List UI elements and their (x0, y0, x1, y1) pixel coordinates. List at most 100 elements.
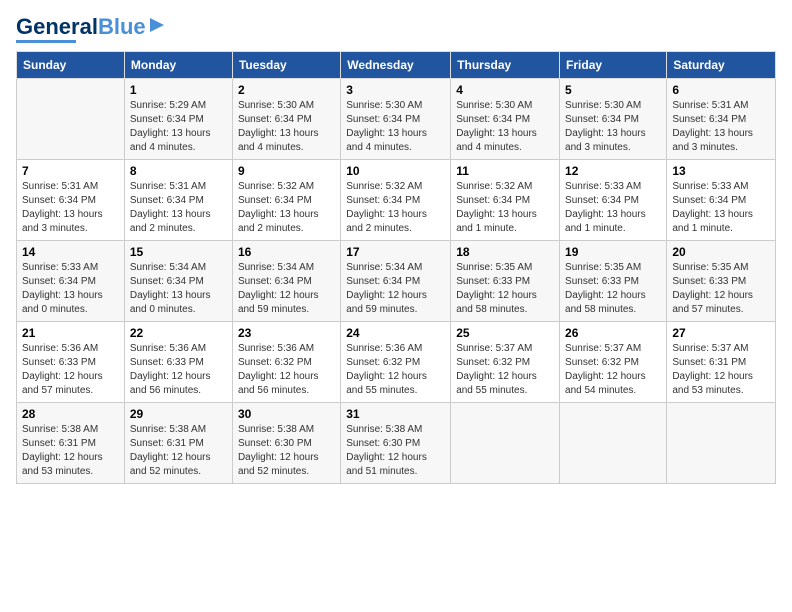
calendar-cell: 24Sunrise: 5:36 AM Sunset: 6:32 PM Dayli… (341, 322, 451, 403)
day-number: 31 (346, 407, 445, 421)
day-header-tuesday: Tuesday (232, 52, 340, 79)
calendar-cell: 26 Sunrise: 5:37 AM Sunset: 6:32 PM Dayli… (560, 322, 667, 403)
day-header-sunday: Sunday (17, 52, 125, 79)
day-info: Sunrise: 5:36 AM Sunset: 6:33 PM Dayligh… (130, 342, 227, 398)
calendar-cell: 28 Sunrise: 5:38 AM Sunset: 6:31 PM Dayli… (17, 403, 125, 484)
day-number: 13 (672, 164, 770, 178)
calendar-cell: 25Sunrise: 5:37 AM Sunset: 6:32 PM Dayli… (451, 322, 560, 403)
day-info: Sunrise: 5:30 AM Sunset: 6:34 PM Dayligh… (456, 99, 554, 155)
day-info: Sunrise: 5:30 AM Sunset: 6:34 PM Dayligh… (565, 99, 661, 155)
day-info: Sunrise: 5:36 AM Sunset: 6:32 PM Dayligh… (238, 342, 335, 398)
calendar-cell: 21 Sunrise: 5:36 AM Sunset: 6:33 PM Dayli… (17, 322, 125, 403)
day-info: Sunrise: 5:31 AM Sunset: 6:34 PM Dayligh… (22, 180, 119, 236)
day-info: Sunrise: 5:32 AM Sunset: 6:34 PM Dayligh… (456, 180, 554, 236)
page-header: GeneralBlue (16, 16, 776, 43)
day-info: Sunrise: 5:31 AM Sunset: 6:34 PM Dayligh… (130, 180, 227, 236)
day-number: 6 (672, 83, 770, 97)
day-info: Sunrise: 5:30 AM Sunset: 6:34 PM Dayligh… (346, 99, 445, 155)
day-header-saturday: Saturday (667, 52, 776, 79)
day-number: 19 (565, 245, 661, 259)
calendar-cell: 3Sunrise: 5:30 AM Sunset: 6:34 PM Daylig… (341, 79, 451, 160)
day-info: Sunrise: 5:38 AM Sunset: 6:31 PM Dayligh… (22, 423, 119, 479)
day-info: Sunrise: 5:38 AM Sunset: 6:31 PM Dayligh… (130, 423, 227, 479)
logo-underline (16, 40, 76, 43)
day-info: Sunrise: 5:29 AM Sunset: 6:34 PM Dayligh… (130, 99, 227, 155)
day-info: Sunrise: 5:31 AM Sunset: 6:34 PM Dayligh… (672, 99, 770, 155)
calendar-cell: 29Sunrise: 5:38 AM Sunset: 6:31 PM Dayli… (124, 403, 232, 484)
calendar-cell: 10 Sunrise: 5:32 AM Sunset: 6:34 PM Dayli… (341, 160, 451, 241)
day-number: 11 (456, 164, 554, 178)
calendar-cell: 13Sunrise: 5:33 AM Sunset: 6:34 PM Dayli… (667, 160, 776, 241)
calendar-cell: 14 Sunrise: 5:33 AM Sunset: 6:34 PM Dayli… (17, 241, 125, 322)
day-number: 20 (672, 245, 770, 259)
day-number: 30 (238, 407, 335, 421)
logo: GeneralBlue (16, 16, 166, 43)
day-number: 18 (456, 245, 554, 259)
day-info: Sunrise: 5:32 AM Sunset: 6:34 PM Dayligh… (238, 180, 335, 236)
calendar-cell: 11 Sunrise: 5:32 AM Sunset: 6:34 PM Dayli… (451, 160, 560, 241)
day-info: Sunrise: 5:33 AM Sunset: 6:34 PM Dayligh… (22, 261, 119, 317)
day-info: Sunrise: 5:35 AM Sunset: 6:33 PM Dayligh… (565, 261, 661, 317)
calendar-table: SundayMondayTuesdayWednesdayThursdayFrid… (16, 51, 776, 484)
day-number: 7 (22, 164, 119, 178)
calendar-cell (560, 403, 667, 484)
calendar-cell: 15 Sunrise: 5:34 AM Sunset: 6:34 PM Dayli… (124, 241, 232, 322)
calendar-cell: 1 Sunrise: 5:29 AM Sunset: 6:34 PM Daylig… (124, 79, 232, 160)
day-info: Sunrise: 5:32 AM Sunset: 6:34 PM Dayligh… (346, 180, 445, 236)
day-info: Sunrise: 5:37 AM Sunset: 6:32 PM Dayligh… (565, 342, 661, 398)
calendar-cell: 8 Sunrise: 5:31 AM Sunset: 6:34 PM Daylig… (124, 160, 232, 241)
day-info: Sunrise: 5:38 AM Sunset: 6:30 PM Dayligh… (238, 423, 335, 479)
week-row-5: 28 Sunrise: 5:38 AM Sunset: 6:31 PM Dayli… (17, 403, 776, 484)
day-number: 1 (130, 83, 227, 97)
day-number: 15 (130, 245, 227, 259)
day-number: 5 (565, 83, 661, 97)
week-row-4: 21 Sunrise: 5:36 AM Sunset: 6:33 PM Dayli… (17, 322, 776, 403)
day-number: 8 (130, 164, 227, 178)
day-header-monday: Monday (124, 52, 232, 79)
calendar-cell: 18 Sunrise: 5:35 AM Sunset: 6:33 PM Dayli… (451, 241, 560, 322)
week-row-3: 14 Sunrise: 5:33 AM Sunset: 6:34 PM Dayli… (17, 241, 776, 322)
day-number: 2 (238, 83, 335, 97)
day-number: 12 (565, 164, 661, 178)
logo-text: GeneralBlue (16, 16, 146, 38)
calendar-cell: 17 Sunrise: 5:34 AM Sunset: 6:34 PM Dayli… (341, 241, 451, 322)
logo-arrow-icon (148, 16, 166, 34)
calendar-cell: 27Sunrise: 5:37 AM Sunset: 6:31 PM Dayli… (667, 322, 776, 403)
day-header-thursday: Thursday (451, 52, 560, 79)
calendar-cell: 23 Sunrise: 5:36 AM Sunset: 6:32 PM Dayli… (232, 322, 340, 403)
calendar-cell: 19 Sunrise: 5:35 AM Sunset: 6:33 PM Dayli… (560, 241, 667, 322)
calendar-cell: 7 Sunrise: 5:31 AM Sunset: 6:34 PM Daylig… (17, 160, 125, 241)
calendar-cell: 31 Sunrise: 5:38 AM Sunset: 6:30 PM Dayli… (341, 403, 451, 484)
day-number: 4 (456, 83, 554, 97)
day-number: 26 (565, 326, 661, 340)
day-info: Sunrise: 5:35 AM Sunset: 6:33 PM Dayligh… (456, 261, 554, 317)
day-info: Sunrise: 5:34 AM Sunset: 6:34 PM Dayligh… (130, 261, 227, 317)
day-info: Sunrise: 5:38 AM Sunset: 6:30 PM Dayligh… (346, 423, 445, 479)
day-info: Sunrise: 5:36 AM Sunset: 6:32 PM Dayligh… (346, 342, 445, 398)
day-info: Sunrise: 5:34 AM Sunset: 6:34 PM Dayligh… (238, 261, 335, 317)
calendar-cell: 16Sunrise: 5:34 AM Sunset: 6:34 PM Dayli… (232, 241, 340, 322)
day-info: Sunrise: 5:34 AM Sunset: 6:34 PM Dayligh… (346, 261, 445, 317)
day-number: 14 (22, 245, 119, 259)
day-number: 22 (130, 326, 227, 340)
week-row-2: 7 Sunrise: 5:31 AM Sunset: 6:34 PM Daylig… (17, 160, 776, 241)
day-number: 28 (22, 407, 119, 421)
day-number: 23 (238, 326, 335, 340)
week-row-1: 1 Sunrise: 5:29 AM Sunset: 6:34 PM Daylig… (17, 79, 776, 160)
calendar-cell: 5 Sunrise: 5:30 AM Sunset: 6:34 PM Daylig… (560, 79, 667, 160)
day-header-wednesday: Wednesday (341, 52, 451, 79)
calendar-cell (667, 403, 776, 484)
calendar-cell (17, 79, 125, 160)
day-number: 10 (346, 164, 445, 178)
calendar-cell: 20Sunrise: 5:35 AM Sunset: 6:33 PM Dayli… (667, 241, 776, 322)
calendar-cell: 2Sunrise: 5:30 AM Sunset: 6:34 PM Daylig… (232, 79, 340, 160)
calendar-cell: 22 Sunrise: 5:36 AM Sunset: 6:33 PM Dayli… (124, 322, 232, 403)
day-number: 25 (456, 326, 554, 340)
day-number: 17 (346, 245, 445, 259)
day-header-friday: Friday (560, 52, 667, 79)
calendar-cell: 12Sunrise: 5:33 AM Sunset: 6:34 PM Dayli… (560, 160, 667, 241)
calendar-cell: 30 Sunrise: 5:38 AM Sunset: 6:30 PM Dayli… (232, 403, 340, 484)
calendar-cell: 4 Sunrise: 5:30 AM Sunset: 6:34 PM Daylig… (451, 79, 560, 160)
day-info: Sunrise: 5:36 AM Sunset: 6:33 PM Dayligh… (22, 342, 119, 398)
day-number: 21 (22, 326, 119, 340)
